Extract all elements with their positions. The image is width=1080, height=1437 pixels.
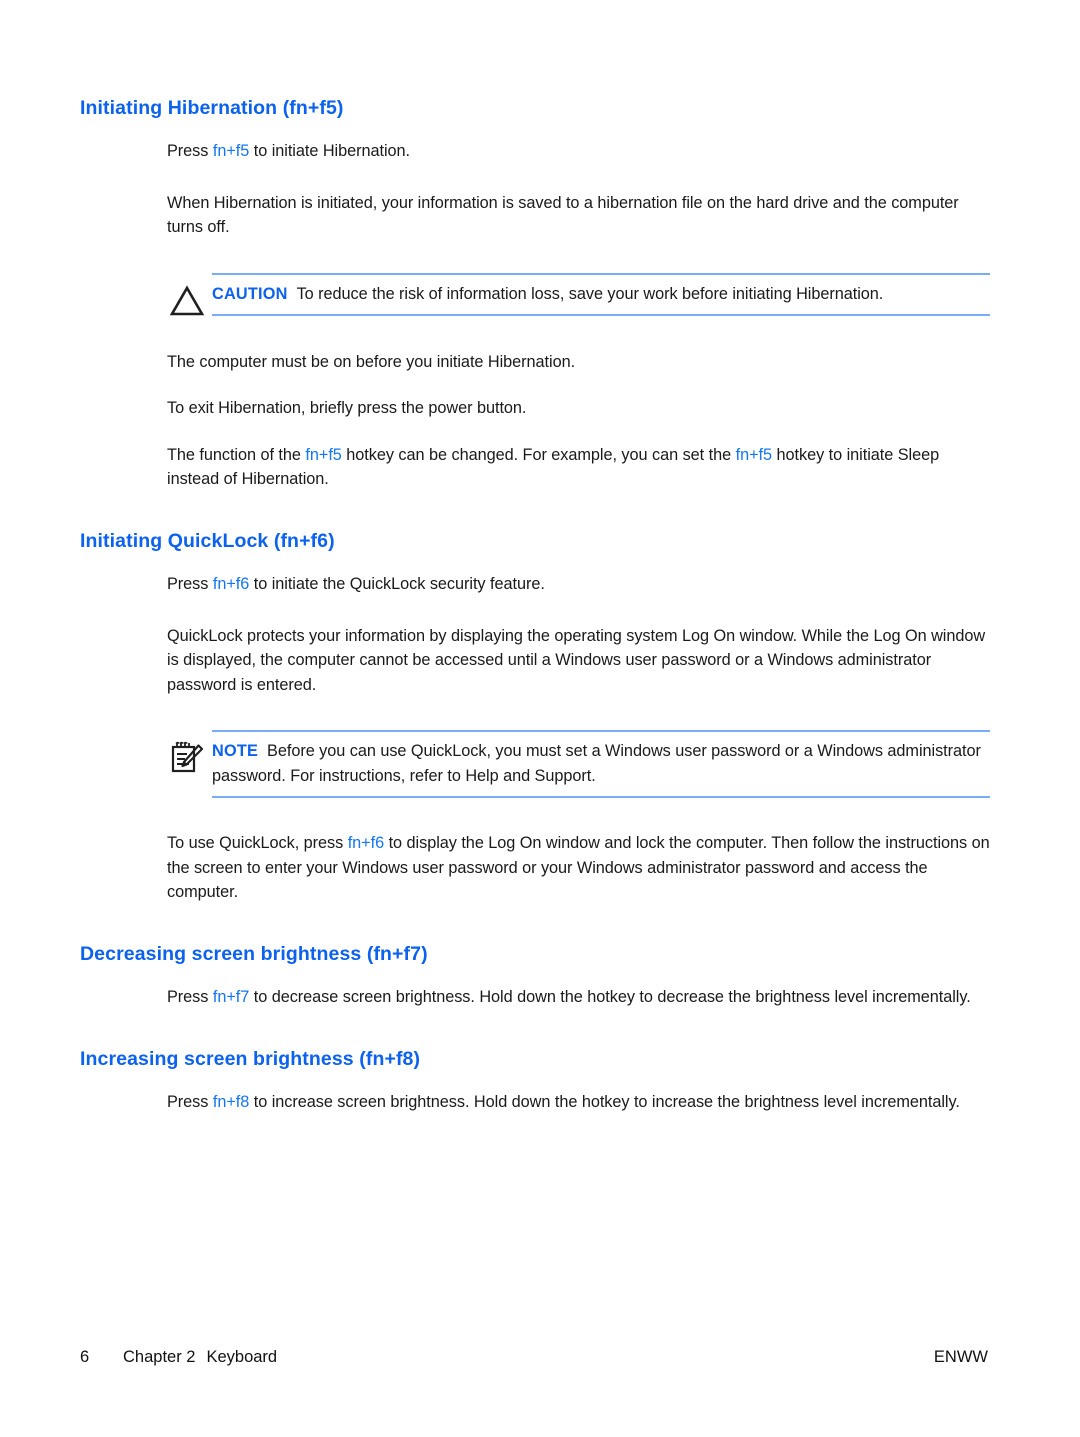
paragraph-quicklock-to-use: To use QuickLock, press fn+f6 to display… [167,831,990,905]
hotkey-fn-f5: fn+f5 [735,445,773,464]
paragraph-hibernation-must-be-on: The computer must be on before you initi… [167,350,990,375]
text-run: When Hibernation is initiated, your info… [167,193,959,237]
footer-locale-code: ENWW [933,1348,988,1366]
text-run: Press [167,988,213,1007]
warning-triangle-icon [167,281,207,321]
caution-text: To reduce the risk of information loss, … [296,284,884,303]
hotkey-fn-f6: fn+f6 [212,575,250,594]
caution-body: CAUTION To reduce the risk of information… [212,272,990,317]
text-run: QuickLock protects your information by d… [167,626,986,694]
note-text: Before you can use QuickLock, you must s… [212,742,981,785]
paragraph-increase-brightness: Press fn+f8 to increase screen brightnes… [167,1090,990,1115]
hotkey-fn-f7: fn+f7 [212,988,250,1007]
paragraph-quicklock-protects: QuickLock protects your information by d… [167,624,990,698]
caution-admonition: CAUTION To reduce the risk of information… [167,272,990,317]
document-page: Initiating Hibernation (fn+f5) Press fn+… [0,0,1080,1437]
text-run: hotkey can be changed. For example, you … [341,445,736,464]
text-run: The function of the [167,445,306,464]
paragraph-hibernation-when: When Hibernation is initiated, your info… [167,191,990,240]
note-label: NOTE [212,742,259,761]
text-run: To use QuickLock, press [167,834,348,853]
footer-left-group: 6 Chapter 2 Keyboard [80,1348,277,1367]
text-run: to initiate the QuickLock security featu… [249,575,545,594]
text-run: The computer must be on before you initi… [167,352,576,371]
text-run: Press [167,1093,213,1111]
text-run: To exit Hibernation, briefly press the p… [167,399,527,418]
hotkey-fn-f8: fn+f8 [212,1093,250,1111]
footer-chapter-label: Chapter 2 [123,1348,196,1366]
footer-page-number: 6 [80,1348,90,1366]
heading-initiating-quicklock: Initiating QuickLock (fn+f6) [80,529,335,552]
hotkey-fn-f5: fn+f5 [212,142,250,161]
paragraph-decrease-brightness: Press fn+f7 to decrease screen brightnes… [167,985,990,1010]
text-run: to initiate Hibernation. [249,142,411,161]
page-content: Initiating Hibernation (fn+f5) Press fn+… [80,96,990,1115]
text-run: Press [167,142,213,161]
text-run: to increase screen brightness. Hold down… [249,1093,960,1111]
footer-chapter-title: Keyboard [206,1348,278,1366]
caution-label: CAUTION [212,284,288,303]
hotkey-fn-f6: fn+f6 [347,834,385,853]
text-run: Press [167,575,213,594]
notepad-pencil-icon [167,738,207,778]
hotkey-fn-f5: fn+f5 [305,445,342,464]
heading-initiating-hibernation: Initiating Hibernation (fn+f5) [80,97,344,119]
text-run: to decrease screen brightness. Hold down… [249,988,971,1007]
heading-decreasing-screen-brightness: Decreasing screen brightness (fn+f7) [80,942,428,965]
paragraph-hibernation-exit: To exit Hibernation, briefly press the p… [167,396,990,421]
heading-increasing-screen-brightness: Increasing screen brightness (fn+f8) [80,1047,421,1070]
paragraph-hibernation-press: Press fn+f5 to initiate Hibernation. [167,139,990,164]
paragraph-quicklock-press: Press fn+f6 to initiate the QuickLock se… [167,572,990,597]
note-admonition: NOTE Before you can use QuickLock, you mu… [167,730,990,799]
paragraph-hibernation-function: The function of the fn+f5 hotkey can be … [167,443,990,492]
note-body: NOTE Before you can use QuickLock, you mu… [212,730,990,799]
